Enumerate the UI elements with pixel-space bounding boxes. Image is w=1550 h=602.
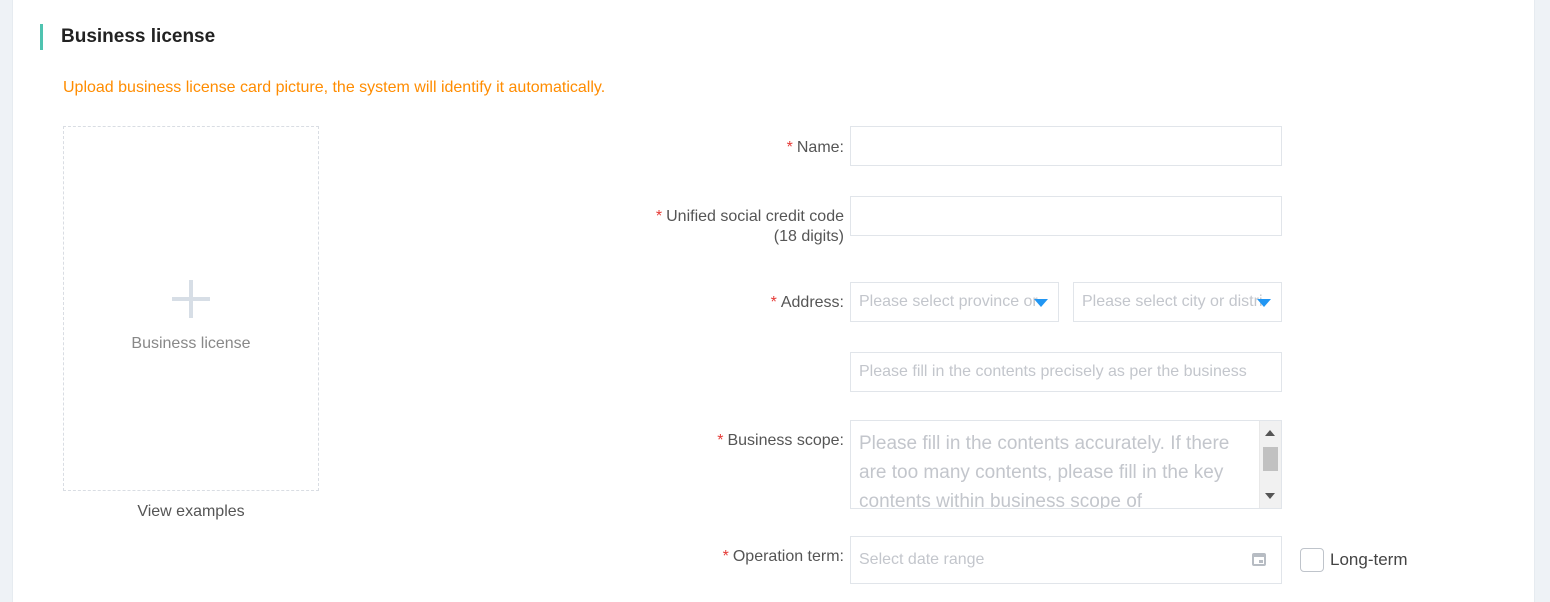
name-label: * Name: [786,139,844,156]
required-mark: * [722,548,729,565]
caret-down-icon [1034,299,1048,307]
upload-label: Business license [131,335,251,352]
required-mark: * [655,208,663,225]
plus-icon [172,280,210,318]
scroll-up-icon[interactable] [1265,430,1275,436]
view-examples-link[interactable]: View examples [63,503,319,521]
section-title: Business license [40,24,215,50]
upload-notice: Upload business license card picture, th… [63,79,606,96]
city-select[interactable]: Please select city or distri [1073,282,1282,322]
business-scope-label: * Business scope: [717,432,844,449]
scroll-down-icon[interactable] [1265,493,1275,499]
address-label: * Address: [770,294,844,311]
business-scope-textarea[interactable]: Please fill in the contents accurately. … [850,420,1282,509]
textarea-scrollbar[interactable] [1259,421,1281,508]
business-license-upload[interactable]: Business license [63,126,319,491]
name-input[interactable] [850,126,1282,166]
required-mark: * [770,294,777,311]
address-detail-input[interactable] [850,352,1282,392]
required-mark: * [717,432,724,449]
caret-down-icon [1257,299,1271,307]
province-select[interactable]: Please select province or [850,282,1059,322]
city-placeholder: Please select city or distri [1082,293,1263,310]
credit-code-label: * Unified social credit code (18 digits) [655,208,844,245]
credit-code-input[interactable] [850,196,1282,236]
long-term-label: Long-term [1330,550,1408,569]
operation-term-date-range[interactable]: Select date range [850,536,1282,584]
date-range-placeholder: Select date range [859,551,985,568]
business-scope-placeholder: Please fill in the contents accurately. … [859,433,1230,509]
required-mark: * [786,139,793,156]
long-term-checkbox[interactable] [1300,548,1324,572]
calendar-icon [1252,553,1266,566]
scroll-thumb[interactable] [1263,447,1278,471]
province-placeholder: Please select province or [859,293,1038,310]
operation-term-label: * Operation term: [722,548,844,565]
